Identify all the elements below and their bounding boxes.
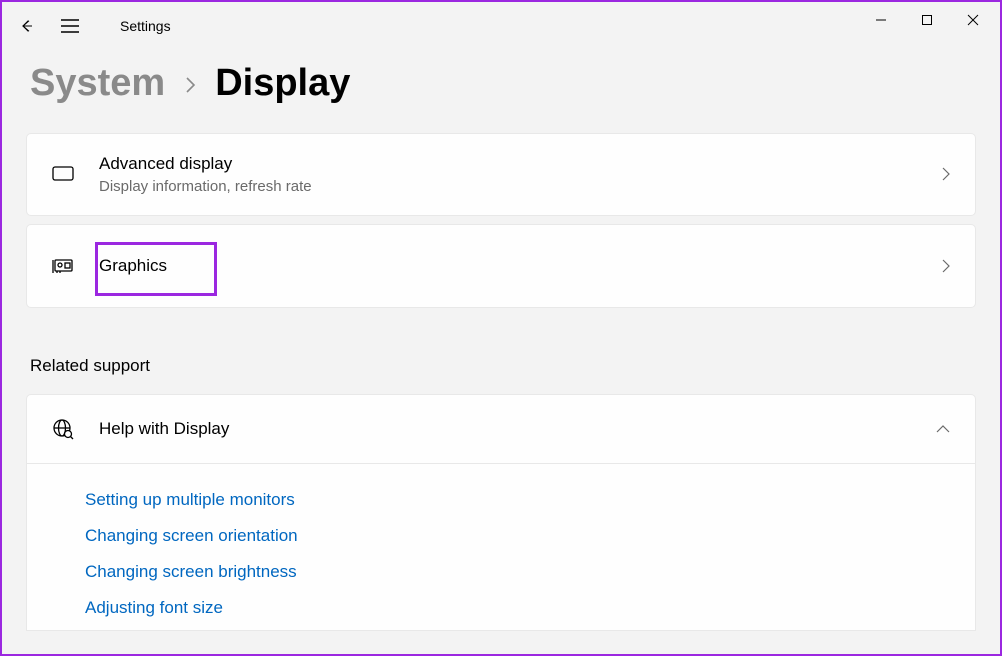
card-subtitle: Display information, refresh rate <box>99 176 917 197</box>
breadcrumb-parent[interactable]: System <box>30 62 165 105</box>
graphics-card-icon <box>51 254 75 278</box>
breadcrumb: System Display <box>2 50 1000 133</box>
help-card: Help with Display Setting up multiple mo… <box>26 394 976 631</box>
app-title: Settings <box>120 18 171 34</box>
section-heading: Related support <box>2 316 1000 394</box>
help-link[interactable]: Changing screen brightness <box>85 554 951 590</box>
help-links: Setting up multiple monitors Changing sc… <box>27 464 975 630</box>
close-button[interactable] <box>950 2 996 38</box>
chevron-right-icon <box>183 75 197 95</box>
settings-card-advanced-display[interactable]: Advanced display Display information, re… <box>26 133 976 216</box>
maximize-button[interactable] <box>904 2 950 38</box>
maximize-icon <box>921 14 933 26</box>
globe-search-icon <box>51 417 75 441</box>
content: Advanced display Display information, re… <box>2 133 1000 308</box>
breadcrumb-current: Display <box>215 62 350 105</box>
window-controls <box>858 2 996 38</box>
help-header[interactable]: Help with Display <box>27 395 975 464</box>
back-arrow-icon <box>17 17 35 35</box>
card-title: Advanced display <box>99 152 917 176</box>
hamburger-icon <box>61 19 79 33</box>
card-title: Graphics <box>99 254 917 278</box>
help-link[interactable]: Changing screen orientation <box>85 518 951 554</box>
chevron-up-icon <box>935 424 951 434</box>
chevron-right-icon <box>941 166 951 182</box>
minimize-button[interactable] <box>858 2 904 38</box>
minimize-icon <box>875 14 887 26</box>
titlebar: Settings <box>2 2 1000 50</box>
menu-button[interactable] <box>58 14 82 38</box>
settings-card-graphics[interactable]: Graphics <box>26 224 976 308</box>
card-body: Advanced display Display information, re… <box>99 152 917 197</box>
help-link[interactable]: Setting up multiple monitors <box>85 482 951 518</box>
titlebar-left: Settings <box>14 14 171 38</box>
card-body: Graphics <box>99 254 917 278</box>
back-button[interactable] <box>14 14 38 38</box>
help-link[interactable]: Adjusting font size <box>85 590 951 626</box>
help-title: Help with Display <box>99 419 911 439</box>
monitor-icon <box>51 162 75 186</box>
chevron-right-icon <box>941 258 951 274</box>
close-icon <box>967 14 979 26</box>
